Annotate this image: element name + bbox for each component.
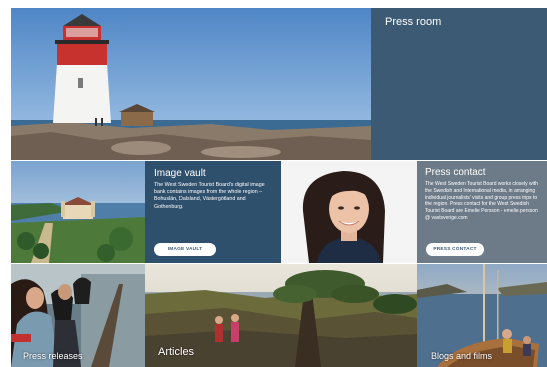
- image-vault-title: Image vault: [154, 168, 206, 179]
- blogs-label: Blogs and films: [431, 351, 493, 361]
- press-releases-label: Press releases: [23, 351, 83, 361]
- press-contact-button[interactable]: PRESS CONTACT: [426, 243, 484, 256]
- press-contact-title: Press contact: [425, 167, 486, 178]
- image-vault-description: The West Sweden Tourist Board's digital …: [154, 182, 265, 210]
- articles-tile[interactable]: Articles: [145, 264, 417, 367]
- image-vault-button[interactable]: IMAGE VAULT: [154, 243, 216, 256]
- press-releases-tile[interactable]: Press releases: [11, 264, 145, 367]
- blogs-tile[interactable]: Blogs and films: [417, 264, 547, 367]
- press-room-panel[interactable]: Press room: [371, 8, 547, 160]
- press-contact-panel: Press contact The West Sweden Tourist Bo…: [417, 161, 547, 263]
- press-room-title: Press room: [385, 16, 442, 28]
- castle-photo: [11, 161, 145, 263]
- press-contact-portrait: [281, 161, 417, 263]
- articles-label: Articles: [158, 346, 195, 358]
- lighthouse-photo: [11, 8, 371, 160]
- image-vault-panel: Image vault The West Sweden Tourist Boar…: [145, 161, 281, 263]
- press-contact-description: The West Sweden Tourist Board works clos…: [425, 181, 538, 221]
